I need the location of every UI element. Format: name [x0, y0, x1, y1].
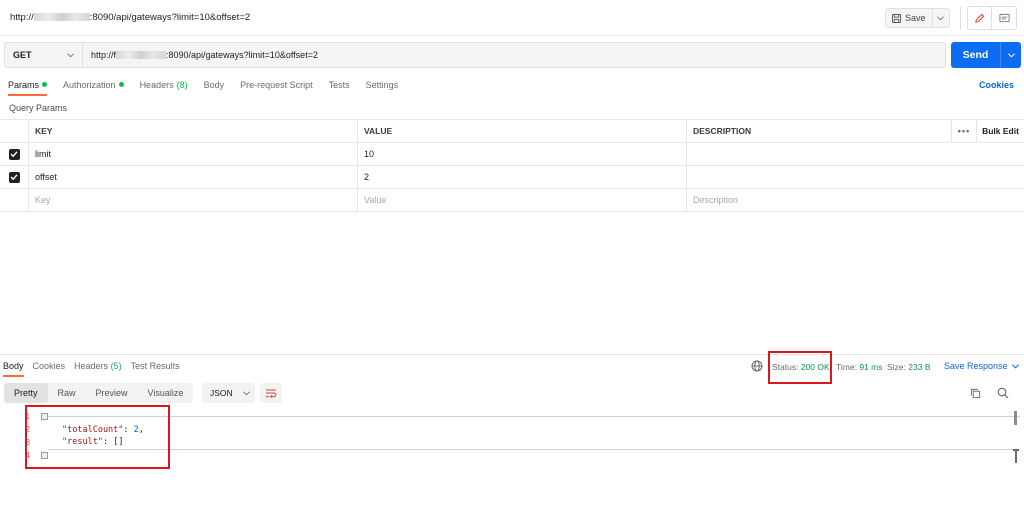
save-options-button[interactable]: [933, 9, 949, 27]
scrollbar-thumb[interactable]: [1014, 411, 1017, 425]
response-divider[interactable]: [0, 354, 1024, 355]
wrap-lines-button[interactable]: [260, 383, 282, 403]
column-header-key: KEY: [29, 120, 358, 142]
table-row: limit 10: [0, 143, 1024, 166]
tab-body[interactable]: Body: [204, 78, 225, 96]
format-tab-preview[interactable]: Preview: [86, 383, 138, 403]
scrollbar-marker[interactable]: [1013, 449, 1019, 463]
format-tab-visualize[interactable]: Visualize: [138, 383, 194, 403]
response-tab-test-results[interactable]: Test Results: [131, 361, 180, 377]
send-group: Send: [951, 42, 1021, 68]
bulk-edit-button[interactable]: Bulk Edit: [977, 120, 1024, 142]
save-group: Save: [885, 8, 950, 28]
param-key[interactable]: offset: [29, 166, 358, 188]
save-response-button[interactable]: Save Response: [944, 361, 1019, 371]
table-header-row: KEY VALUE DESCRIPTION ••• Bulk Edit: [0, 120, 1024, 143]
param-value[interactable]: 2: [358, 166, 687, 188]
comment-icon: [998, 13, 1010, 22]
row-checkbox-cell: [0, 189, 29, 211]
method-select[interactable]: GET: [5, 43, 83, 67]
chevron-down-icon: [67, 52, 74, 57]
editor-guide-line: [48, 449, 1020, 450]
cookies-link[interactable]: Cookies: [979, 80, 1014, 90]
search-icon[interactable]: [997, 387, 1009, 399]
save-button[interactable]: Save: [886, 9, 933, 27]
copy-icon[interactable]: [970, 388, 981, 399]
editor-guide-line: [48, 416, 1020, 417]
tab-pre-request-script[interactable]: Pre-request Script: [240, 78, 313, 96]
wrap-lines-icon: [266, 389, 277, 398]
column-header-value: VALUE: [358, 120, 687, 142]
active-dot: [42, 82, 48, 87]
tab-settings[interactable]: Settings: [366, 78, 399, 96]
request-tabs: Params Authorization Headers (8) Body Pre…: [8, 78, 414, 96]
query-params-label: Query Params: [9, 103, 68, 113]
param-description[interactable]: [687, 166, 1024, 188]
param-description[interactable]: [687, 143, 1024, 165]
response-time: Time: 91 ms: [836, 362, 883, 372]
format-select[interactable]: JSON: [202, 383, 255, 403]
header-check-cell: [0, 120, 29, 142]
title-bar: http://:8090/api/gateways?limit=10&offse…: [0, 0, 1024, 36]
table-row: offset 2: [0, 166, 1024, 189]
response-tab-body[interactable]: Body: [3, 361, 24, 377]
send-options-button[interactable]: [1001, 42, 1021, 68]
request-title[interactable]: http://:8090/api/gateways?limit=10&offse…: [10, 12, 250, 23]
value-input[interactable]: Value: [358, 189, 687, 211]
response-tab-cookies[interactable]: Cookies: [33, 361, 66, 377]
format-tab-raw[interactable]: Raw: [48, 383, 86, 403]
view-mode-toggle: [967, 6, 1017, 30]
key-input[interactable]: Key: [29, 189, 358, 211]
tab-authorization[interactable]: Authorization: [63, 78, 124, 96]
row-checkbox-cell: [0, 166, 29, 188]
chevron-down-icon: [937, 15, 944, 20]
tab-tests[interactable]: Tests: [329, 78, 350, 96]
pencil-icon: [975, 13, 985, 23]
more-options-button[interactable]: •••: [952, 120, 977, 142]
table-row-empty: Key Value Description: [0, 189, 1024, 212]
chevron-down-icon: [1007, 52, 1015, 58]
format-tab-pretty[interactable]: Pretty: [4, 383, 48, 403]
save-icon: [892, 13, 901, 23]
description-input[interactable]: Description: [687, 189, 1024, 211]
redacted-host: [116, 51, 167, 59]
body-highlight-box: [25, 405, 170, 469]
format-tabs: Pretty Raw Preview Visualize: [4, 383, 194, 403]
params-table: KEY VALUE DESCRIPTION ••• Bulk Edit limi…: [0, 119, 1024, 212]
url-bar: GET http://f:8090/api/gateways?limit=10&…: [4, 42, 946, 68]
chevron-down-icon: [243, 390, 250, 395]
row-checkbox[interactable]: [8, 148, 20, 160]
param-key[interactable]: limit: [29, 143, 358, 165]
check-icon: [10, 174, 18, 181]
response-tabs: Body Cookies Headers (5) Test Results: [3, 361, 189, 377]
response-size: Size: 233 B: [887, 362, 931, 372]
comments-button[interactable]: [992, 7, 1016, 29]
chevron-down-icon: [1011, 363, 1019, 368]
tab-params[interactable]: Params: [8, 78, 48, 96]
row-checkbox-cell: [0, 143, 29, 165]
url-input[interactable]: http://f:8090/api/gateways?limit=10&offs…: [83, 43, 945, 67]
active-dot: [118, 82, 124, 87]
edit-mode-button[interactable]: [968, 7, 992, 29]
tab-headers[interactable]: Headers (8): [140, 78, 188, 96]
globe-icon[interactable]: [751, 360, 763, 372]
param-value[interactable]: 10: [358, 143, 687, 165]
check-icon: [10, 151, 18, 158]
redacted-host: [33, 13, 90, 21]
column-header-description: DESCRIPTION: [687, 120, 952, 142]
response-tab-headers[interactable]: Headers (5): [74, 361, 122, 377]
row-checkbox[interactable]: [8, 171, 20, 183]
toolbar-divider: [960, 6, 961, 30]
status-highlight-box: [768, 351, 832, 384]
send-button[interactable]: Send: [951, 42, 1001, 68]
